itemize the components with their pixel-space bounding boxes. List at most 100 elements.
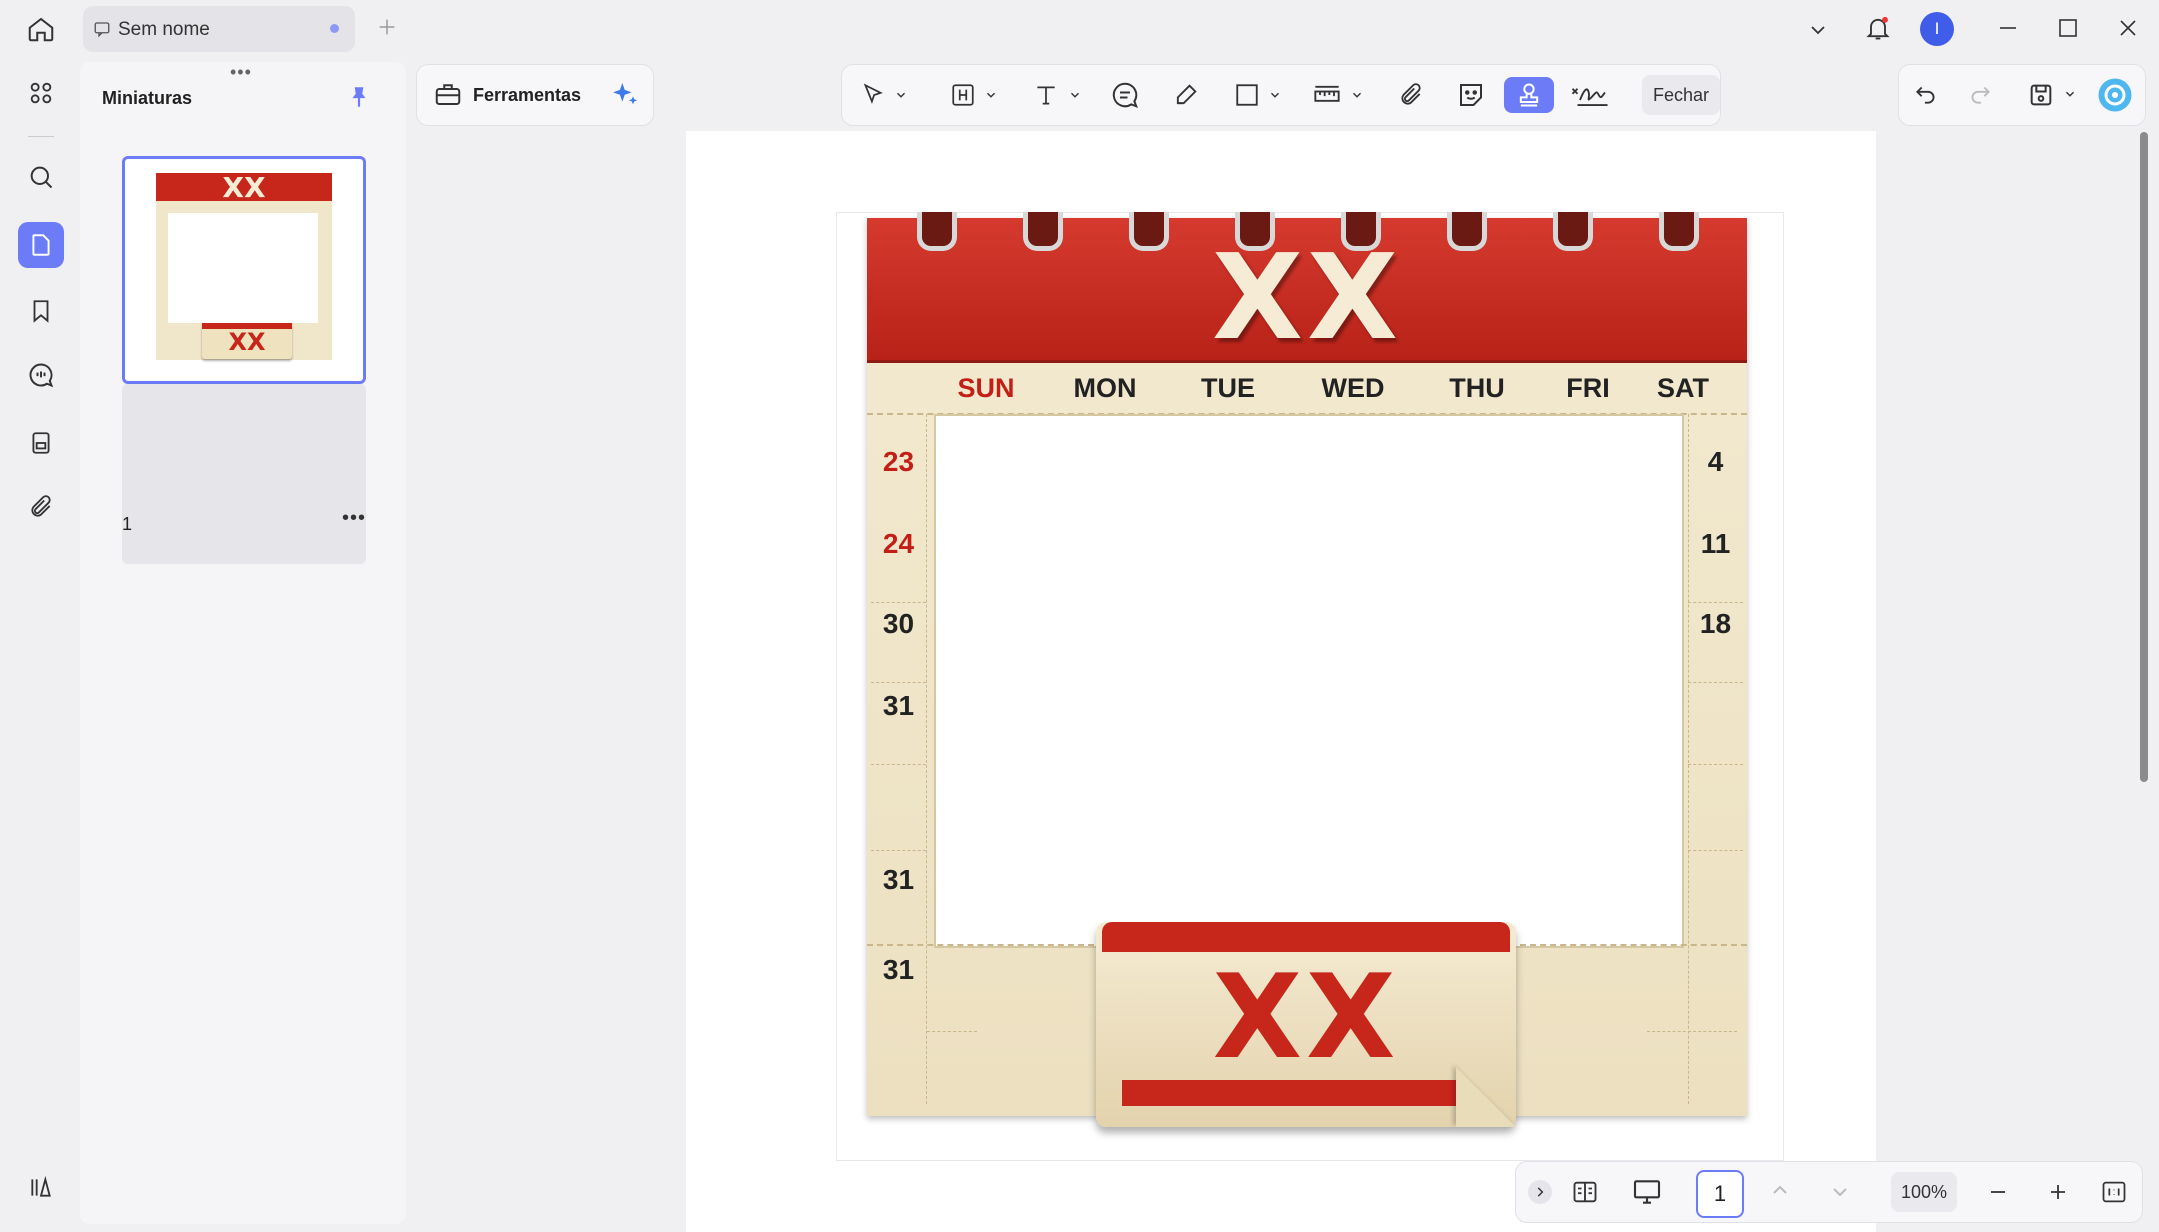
attachments-button[interactable] (18, 484, 64, 530)
tools-button[interactable]: Ferramentas (473, 85, 581, 106)
zoom-level[interactable]: 100% (1891, 1172, 1957, 1212)
close-edit-button[interactable]: Fechar (1642, 75, 1720, 115)
search-icon (30, 166, 53, 189)
pen-icon (1176, 84, 1197, 105)
undo-icon[interactable] (1913, 81, 1939, 107)
calendar-photo-area (934, 414, 1684, 948)
weekday-label: TUE (1201, 373, 1255, 403)
chevron-down-icon (1353, 92, 1361, 98)
page-curl (1456, 1067, 1516, 1127)
chevron-down-icon[interactable] (1806, 18, 1830, 42)
shape-tool[interactable] (1234, 77, 1282, 113)
thumbnail-more-button[interactable]: ••• (342, 507, 366, 530)
day-number: 23 (882, 446, 915, 477)
forms-button[interactable] (18, 420, 64, 466)
day-number: 31 (882, 864, 915, 895)
weekday-label: WED (1321, 373, 1385, 403)
stamp-tool[interactable] (1504, 77, 1554, 113)
history-group (1898, 64, 2146, 126)
calendar-header: XX (867, 212, 1747, 366)
tools-group: Ferramentas (416, 64, 654, 126)
text-tool[interactable] (1032, 77, 1082, 113)
chevron-down-icon (987, 92, 995, 98)
vertical-scrollbar[interactable] (2140, 132, 2148, 782)
bookmark-icon (33, 300, 49, 323)
annotation-toolbar: Fechar (841, 64, 1721, 126)
panel-toggle-button[interactable] (18, 1164, 64, 1210)
right-day-column (1688, 414, 1744, 1104)
status-bar: 1 100% (1515, 1161, 2143, 1223)
form-icon (32, 432, 50, 454)
signature-icon (1571, 88, 1608, 106)
expand-icon[interactable] (1528, 1180, 1552, 1204)
calendar-tag-title: XX (1212, 950, 1400, 1085)
rectangle-icon (1236, 84, 1258, 106)
pen-tool[interactable] (1172, 77, 1200, 113)
select-tool[interactable] (860, 77, 908, 113)
calendar-image[interactable]: XX SUN MON TUE WED THU FRI SAT 23 24 30 … (867, 212, 1747, 1127)
attach-tool[interactable] (1398, 77, 1424, 113)
measure-tool[interactable] (1312, 77, 1364, 113)
home-icon[interactable] (26, 14, 56, 44)
day-number: 31 (882, 690, 915, 721)
comments-button[interactable] (18, 352, 64, 398)
zoom-in-icon[interactable] (2046, 1180, 2070, 1204)
previous-page-icon[interactable] (1768, 1178, 1792, 1202)
chevron-down-icon (897, 92, 905, 98)
apps-grid-button[interactable] (18, 70, 64, 116)
toolbox-icon[interactable] (433, 79, 463, 109)
chevron-down-icon (1271, 92, 1279, 98)
actual-size-icon[interactable] (2100, 1178, 2128, 1206)
weekday-label: MON (1073, 373, 1137, 403)
new-tab-icon[interactable] (376, 16, 398, 38)
left-rail (0, 58, 80, 1232)
calendar-header-title: XX (1212, 228, 1402, 366)
thumbnail-page-number: 1 (122, 514, 133, 534)
comment-tool[interactable] (1110, 77, 1140, 113)
day-number: 31 (882, 954, 915, 985)
bookmarks-button[interactable] (18, 288, 64, 334)
panel-resize-grip[interactable]: ••• (230, 62, 252, 83)
ai-sparkle-icon[interactable] (609, 79, 641, 111)
cursor-icon (863, 83, 883, 105)
weekday-row: SUN MON TUE WED THU FRI SAT (867, 363, 1747, 415)
save-icon[interactable] (2027, 81, 2055, 109)
next-page-icon[interactable] (1828, 1180, 1852, 1204)
user-avatar[interactable]: I (1920, 12, 1954, 46)
stamp-icon (1519, 83, 1539, 107)
notification-bell-icon[interactable] (1864, 13, 1892, 43)
tab-title: Sem nome (118, 19, 210, 40)
document-tab[interactable]: Sem nome (83, 6, 355, 52)
panel-title: Miniaturas (102, 88, 193, 108)
page-icon (32, 234, 50, 256)
day-number: 4 (1707, 446, 1724, 477)
sticker-tool[interactable] (1456, 77, 1486, 113)
thumbnails-panel: ••• Miniaturas XX XX 1 ••• (80, 62, 406, 1224)
paperclip-icon (31, 495, 51, 517)
ai-assistant-icon[interactable] (2097, 77, 2133, 113)
search-button[interactable] (18, 154, 64, 200)
title-bar: Sem nome I (0, 0, 2159, 58)
weekday-label: SAT (1657, 373, 1709, 403)
chevron-down-icon[interactable] (2063, 87, 2077, 101)
maximize-icon[interactable] (2056, 16, 2080, 40)
thumbnails-button[interactable] (18, 222, 64, 268)
close-window-icon[interactable] (2116, 16, 2140, 40)
page-number-input[interactable]: 1 (1696, 1170, 1744, 1218)
page-thumbnail[interactable]: XX XX (122, 156, 366, 384)
highlight-tool[interactable] (950, 77, 998, 113)
comments-icon (29, 363, 54, 388)
pin-icon[interactable] (346, 82, 372, 112)
presentation-icon[interactable] (1630, 1176, 1664, 1208)
zoom-out-icon[interactable] (1986, 1180, 2010, 1204)
text-icon (1037, 86, 1055, 105)
minimize-icon[interactable] (1996, 16, 2020, 40)
weekday-label: THU (1449, 373, 1505, 403)
weekday-label: SUN (957, 373, 1015, 403)
reading-mode-icon[interactable] (1570, 1178, 1600, 1206)
redo-icon[interactable] (1967, 81, 1993, 107)
rail-divider (28, 136, 54, 137)
thumbnail-placeholder (122, 384, 366, 564)
signature-tool[interactable] (1570, 77, 1610, 113)
highlight-icon (952, 84, 974, 106)
